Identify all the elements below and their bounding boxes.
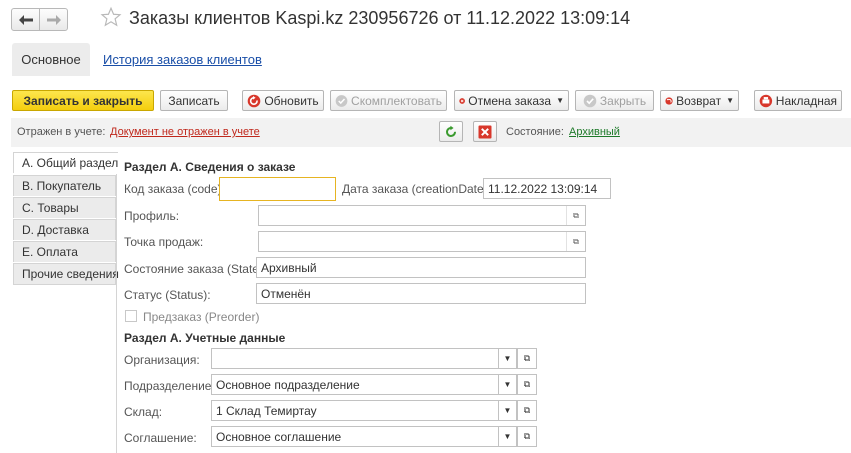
order-date-input[interactable]: 11.12.2022 13:09:14 [483, 178, 611, 199]
state-label: Состояние: [506, 126, 564, 138]
close-order-button[interactable]: Закрыть [575, 90, 654, 111]
chevron-down-icon[interactable]: ▼ [498, 374, 517, 395]
accept-state-button[interactable] [439, 121, 463, 142]
tab-main[interactable]: Основное [12, 43, 90, 76]
order-date-label: Дата заказа (creationDate): [342, 182, 492, 196]
profile-label: Профиль: [124, 209, 180, 223]
complete-button[interactable]: Скомплектовать [330, 90, 447, 111]
side-tab-general[interactable]: А. Общий раздел [13, 152, 118, 173]
preorder-checkbox[interactable] [125, 310, 137, 322]
division-label: Подразделение: [124, 379, 215, 393]
return-icon [665, 96, 673, 105]
status-label: Статус (Status): [124, 288, 211, 302]
open-icon[interactable]: ⧉ [517, 426, 537, 447]
division-select[interactable]: Основное подразделение [211, 374, 499, 395]
refresh-label: Обновить [264, 93, 319, 108]
arrow-right-icon [46, 14, 61, 25]
section-order-info-heading: Раздел А. Сведения о заказе [124, 160, 296, 174]
save-and-close-button[interactable]: Записать и закрыть [12, 90, 154, 111]
back-button[interactable] [11, 8, 40, 31]
open-icon[interactable]: ⧉ [566, 206, 585, 225]
section-accounting-heading: Раздел А. Учетные данные [124, 331, 286, 345]
open-icon[interactable]: ⧉ [517, 400, 537, 421]
point-of-sale-input[interactable]: ⧉ [258, 231, 586, 252]
order-state-label: Состояние заказа (State): [124, 262, 267, 276]
tab-history-link[interactable]: История заказов клиентов [103, 52, 262, 67]
order-code-label: Код заказа (code): [124, 182, 225, 196]
reject-state-button[interactable] [473, 121, 497, 142]
printer-icon [759, 94, 773, 107]
chevron-down-icon[interactable]: ▼ [498, 348, 517, 369]
open-icon[interactable]: ⧉ [566, 232, 585, 251]
cancel-icon [459, 97, 465, 104]
chevron-down-icon[interactable]: ▼ [498, 426, 517, 447]
window-title: Заказы клиентов Kaspi.kz 230956726 от 11… [129, 8, 631, 28]
side-tab-payment[interactable]: E. Оплата [13, 241, 116, 262]
preorder-label: Предзаказ (Preorder) [143, 310, 260, 324]
status-input[interactable]: Отменён [256, 283, 586, 304]
refresh-button[interactable]: Обновить [242, 90, 324, 111]
chevron-down-icon: ▼ [726, 96, 734, 105]
side-tab-goods[interactable]: C. Товары [13, 197, 116, 218]
invoice-label: Накладная [775, 93, 837, 108]
forward-button[interactable] [39, 8, 68, 31]
cancel-order-label: Отмена заказа [468, 93, 552, 108]
warehouse-label: Склад: [124, 405, 163, 419]
chevron-down-icon: ▼ [556, 96, 564, 105]
close-red-icon [478, 125, 492, 138]
chevron-down-icon[interactable]: ▼ [498, 400, 517, 421]
favorite-star-icon[interactable] [100, 6, 122, 31]
open-icon[interactable]: ⧉ [517, 374, 537, 395]
close-order-label: Закрыть [599, 93, 647, 108]
refresh-green-icon [446, 125, 456, 137]
invoice-button[interactable]: Накладная [754, 90, 842, 111]
point-of-sale-label: Точка продаж: [124, 235, 204, 249]
organization-label: Организация: [124, 353, 200, 367]
warehouse-select[interactable]: 1 Склад Темиртау [211, 400, 499, 421]
arrow-left-icon [18, 14, 33, 25]
agreement-label: Соглашение: [124, 431, 197, 445]
shield-check-icon [335, 94, 348, 107]
state-link[interactable]: Архивный [569, 126, 620, 138]
return-label: Возврат [676, 93, 722, 108]
side-tab-other[interactable]: Прочие сведения [13, 263, 119, 284]
save-button[interactable]: Записать [160, 90, 228, 111]
agreement-select[interactable]: Основное соглашение [211, 426, 499, 447]
side-tab-buyer[interactable]: B. Покупатель [13, 175, 116, 196]
save-and-close-label: Записать и закрыть [23, 93, 143, 108]
refresh-icon [248, 94, 261, 107]
reflected-link[interactable]: Документ не отражен в учете [110, 126, 260, 138]
complete-label: Скомплектовать [351, 93, 442, 108]
side-tabs-bottom-divider [13, 284, 116, 285]
profile-input[interactable]: ⧉ [258, 205, 586, 226]
open-icon[interactable]: ⧉ [517, 348, 537, 369]
order-state-input[interactable]: Архивный [256, 257, 586, 278]
return-button[interactable]: Возврат ▼ [660, 90, 739, 111]
organization-select[interactable] [211, 348, 517, 369]
side-tab-delivery[interactable]: D. Доставка [13, 219, 116, 240]
order-code-input[interactable] [219, 177, 336, 201]
side-tabs-divider [116, 174, 117, 453]
cancel-order-button[interactable]: Отмена заказа ▼ [454, 90, 569, 111]
reflected-label: Отражен в учете: [17, 126, 106, 138]
save-label: Записать [168, 93, 220, 108]
check-icon [583, 94, 597, 107]
